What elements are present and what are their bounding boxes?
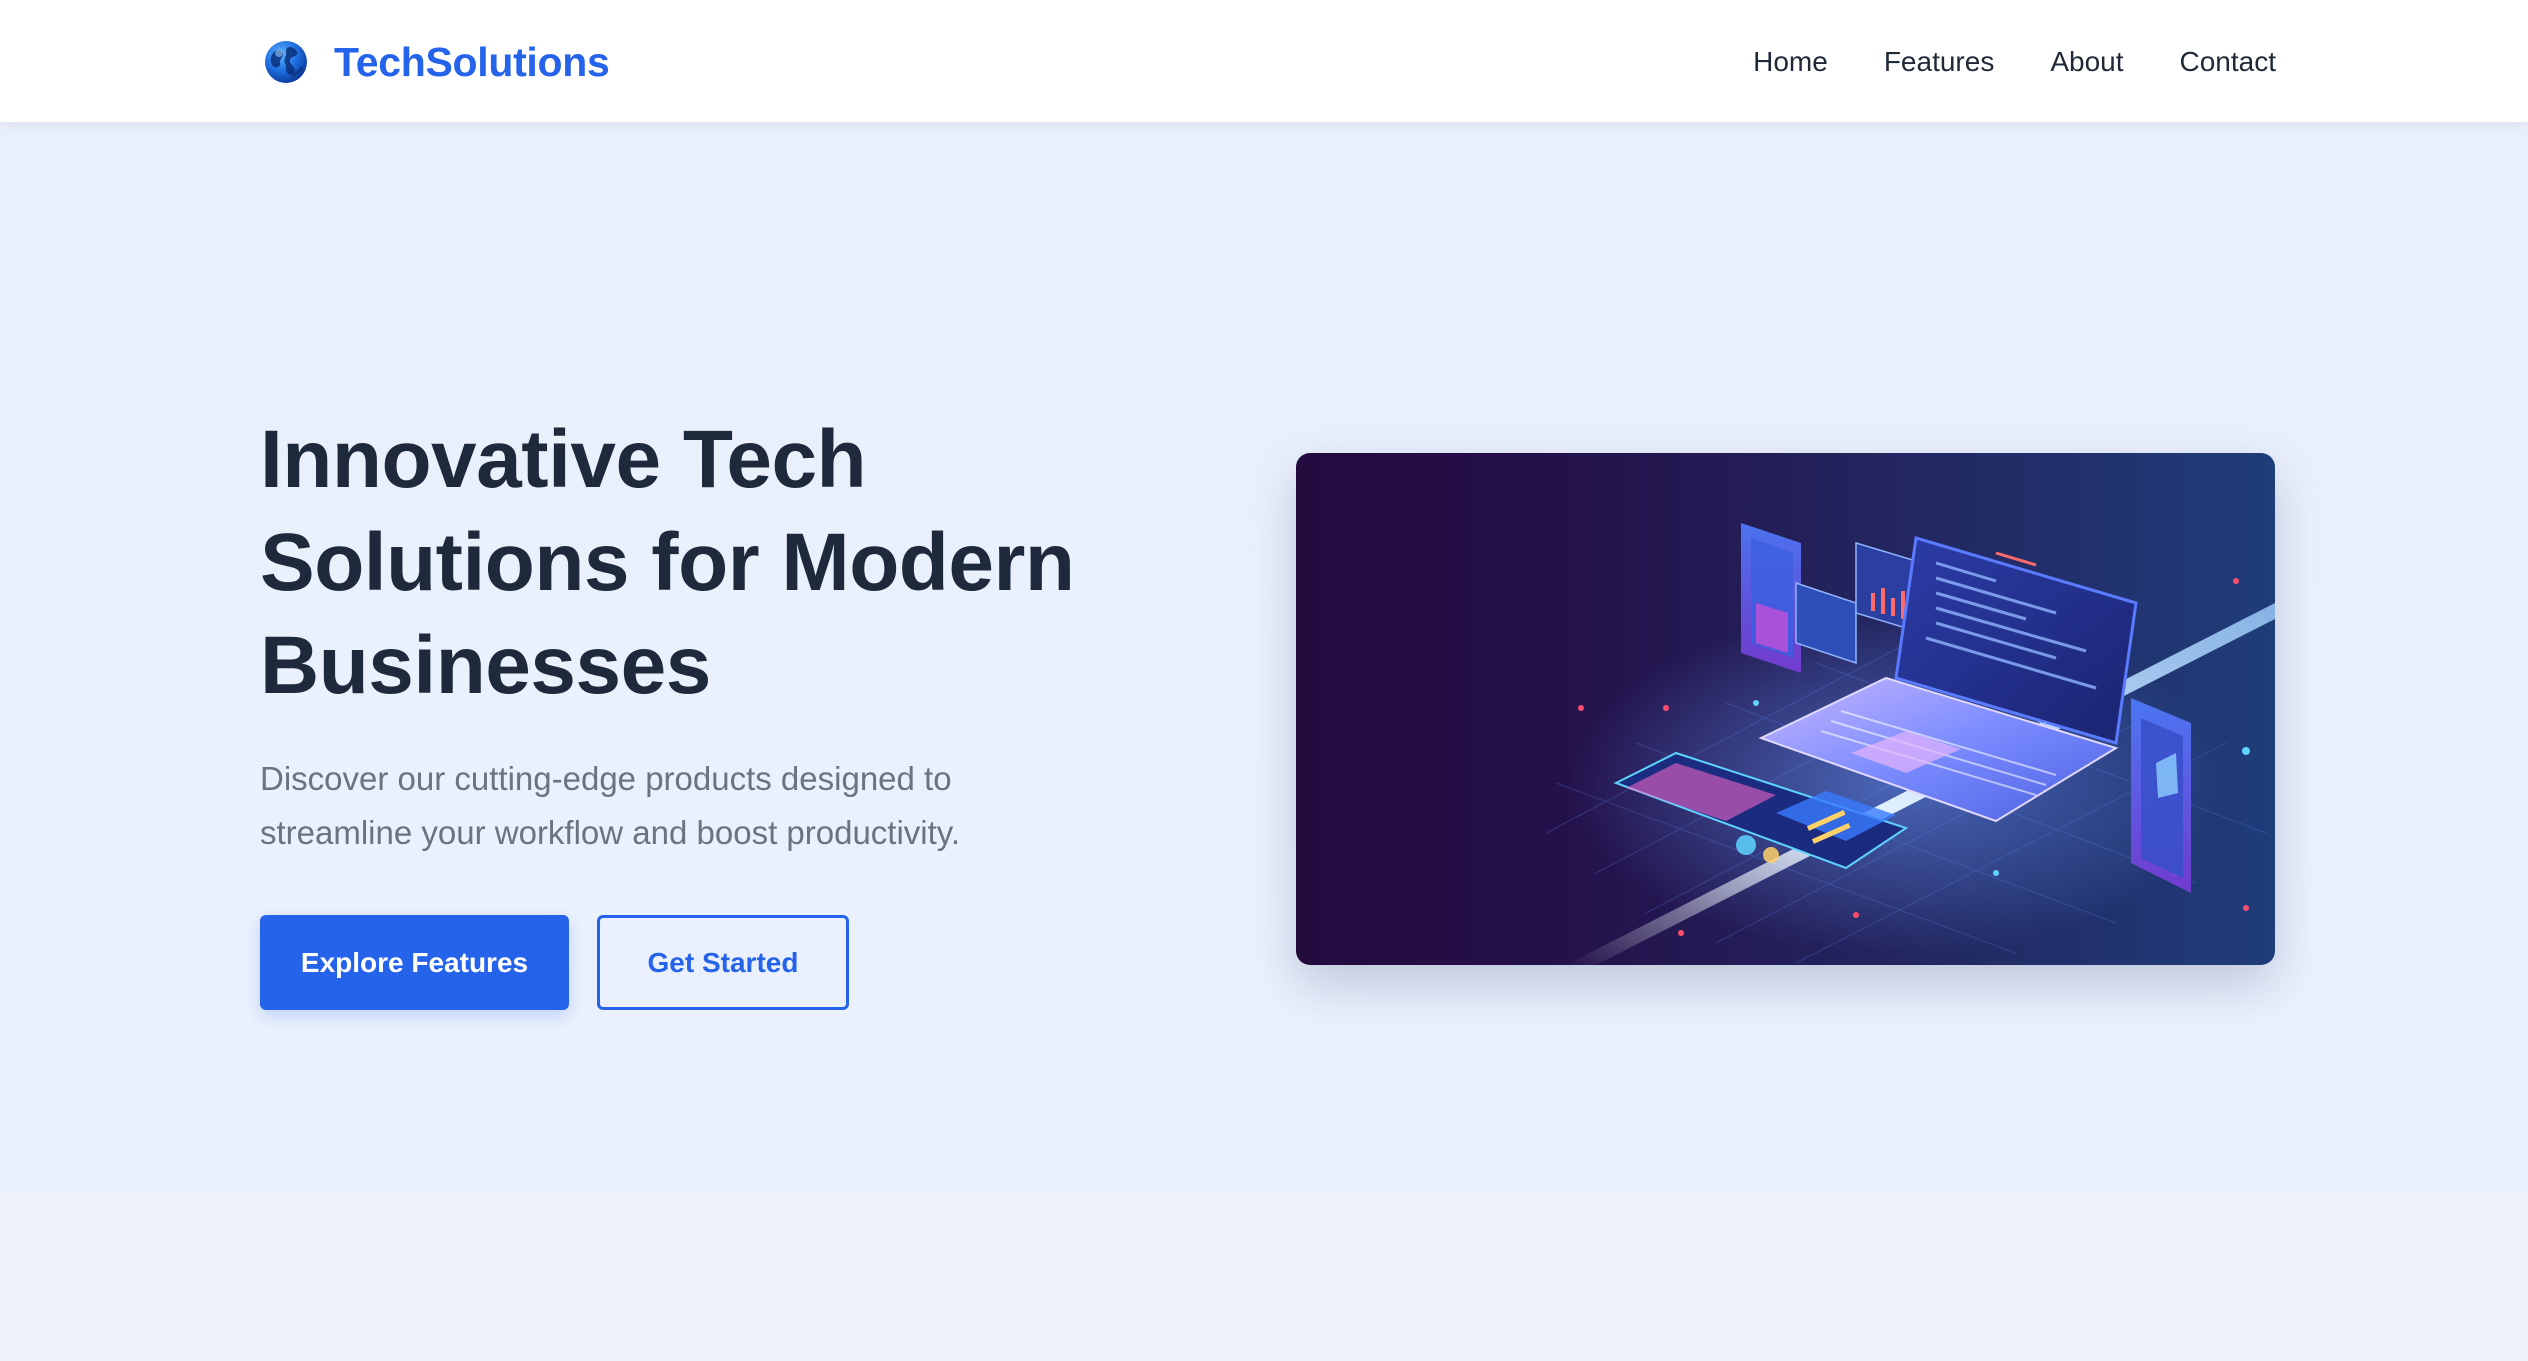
hero-subtitle: Discover our cutting-edge products desig…: [260, 760, 961, 851]
explore-features-button[interactable]: Explore Features: [260, 915, 569, 1010]
isometric-laptop-illustration: 43%: [1545, 523, 2275, 965]
lower-section-background: [0, 1192, 2528, 1361]
get-started-button[interactable]: Get Started: [597, 915, 849, 1010]
brand-logo-link[interactable]: TechSolutions: [262, 37, 610, 87]
hero-illustration: 43%: [1296, 453, 2275, 965]
nav-link-contact[interactable]: Contact: [2180, 46, 2277, 78]
brand-name: TechSolutions: [334, 38, 610, 85]
nav-link-features[interactable]: Features: [1884, 46, 1995, 78]
nav-link-about[interactable]: About: [2050, 46, 2123, 78]
nav-link-home[interactable]: Home: [1753, 46, 1828, 78]
hero-title: Innovative Tech Solutions for Modern Bus…: [260, 414, 1075, 711]
main-nav: Home Features About Contact: [1753, 40, 2276, 84]
top-navbar: TechSolutions Home Features About Contac…: [0, 0, 2528, 122]
globe-icon: [265, 41, 307, 83]
